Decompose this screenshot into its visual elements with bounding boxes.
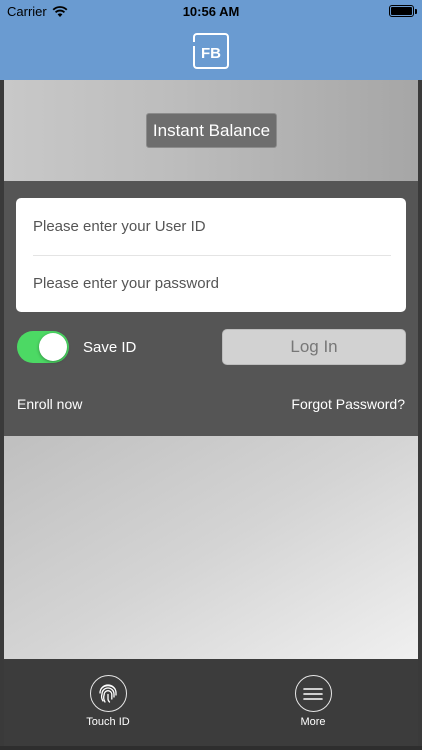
tab-more-label: More [300,716,326,728]
field-divider [33,255,391,256]
battery-icon [389,5,417,17]
toggle-knob [39,333,67,361]
bank-logo-icon: FB [192,33,229,69]
save-id-toggle[interactable] [17,331,69,363]
instant-balance-button[interactable]: Instant Balance [146,113,277,148]
menu-icon [294,675,332,712]
login-button[interactable]: Log In [222,329,406,365]
clock: 10:56 AM [182,4,240,19]
tab-touch-id[interactable]: Touch ID [63,675,153,728]
user-id-input[interactable]: Please enter your User ID [33,218,206,235]
enroll-link[interactable]: Enroll now [17,396,82,412]
forgot-password-link[interactable]: Forgot Password? [291,396,405,412]
fingerprint-icon [89,675,127,712]
status-bar: Carrier 10:56 AM [0,0,422,22]
bottom-strip [0,746,422,750]
svg-text:FB: FB [201,45,221,62]
content-area [4,436,418,659]
tab-touch-id-label: Touch ID [86,716,130,728]
save-id-label: Save ID [83,339,137,356]
credentials-card: Please enter your User ID Please enter y… [16,198,406,312]
password-input[interactable]: Please enter your password [33,275,219,292]
header-bar: FB [0,22,422,80]
tab-more[interactable]: More [268,675,358,728]
tab-bar: Touch ID More [4,659,418,746]
